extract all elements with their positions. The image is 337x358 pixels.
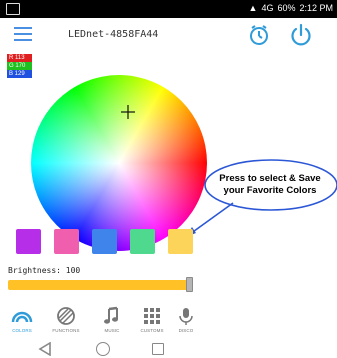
tab-disco[interactable]: DISCO: [166, 304, 206, 342]
tab-functions[interactable]: FUNCTIONS: [46, 304, 86, 342]
app-header: LEDnet-4858FA44: [0, 18, 337, 54]
recents-square-icon[interactable]: [152, 343, 164, 355]
hamburger-menu-icon[interactable]: [14, 27, 32, 43]
crosshair-icon[interactable]: [121, 105, 135, 119]
device-name: LEDnet-4858FA44: [68, 29, 159, 40]
back-triangle-icon[interactable]: [38, 342, 52, 356]
green-value-badge: G 170: [7, 62, 32, 70]
signal-icon: ▲: [248, 3, 258, 13]
brightness-label: Brightness: 100: [8, 266, 81, 275]
functions-icon: [57, 307, 75, 325]
microphone-icon: [179, 308, 193, 325]
saved-color-swatch-2[interactable]: [54, 229, 79, 254]
grid-icon: [144, 308, 160, 324]
red-value-badge: R 113: [7, 54, 32, 62]
color-wheel[interactable]: [31, 75, 207, 251]
bottom-tab-bar: COLORS FUNCTIONS MUSIC CUSTOMS DISCO: [0, 304, 337, 344]
saved-color-swatch-5[interactable]: [168, 229, 193, 254]
blue-value-badge: B 129: [7, 70, 32, 78]
tab-colors[interactable]: COLORS: [2, 304, 42, 342]
rainbow-icon: [11, 311, 33, 323]
saved-color-swatch-3[interactable]: [92, 229, 117, 254]
status-bar: ▲ 4G 60% 2:12 PM: [0, 0, 337, 18]
network-type: 4G: [261, 3, 274, 13]
timer-icon[interactable]: [248, 24, 270, 46]
home-circle-icon[interactable]: [96, 342, 110, 356]
status-indicators: ▲ 4G 60% 2:12 PM: [249, 3, 333, 13]
brightness-slider-thumb[interactable]: [186, 277, 193, 292]
power-icon[interactable]: [289, 23, 313, 47]
saved-color-swatch-1[interactable]: [16, 229, 41, 254]
tab-music[interactable]: MUSIC: [92, 304, 132, 342]
system-nav-bar: [0, 340, 337, 358]
saved-color-swatch-4[interactable]: [130, 229, 155, 254]
brightness-slider[interactable]: [8, 280, 188, 290]
clock: 2:12 PM: [299, 3, 333, 13]
battery-level: 60%: [277, 3, 296, 13]
music-note-icon: [104, 306, 118, 324]
notification-icon: [6, 3, 20, 15]
callout-text: Press to select & Save your Favorite Col…: [219, 173, 321, 196]
